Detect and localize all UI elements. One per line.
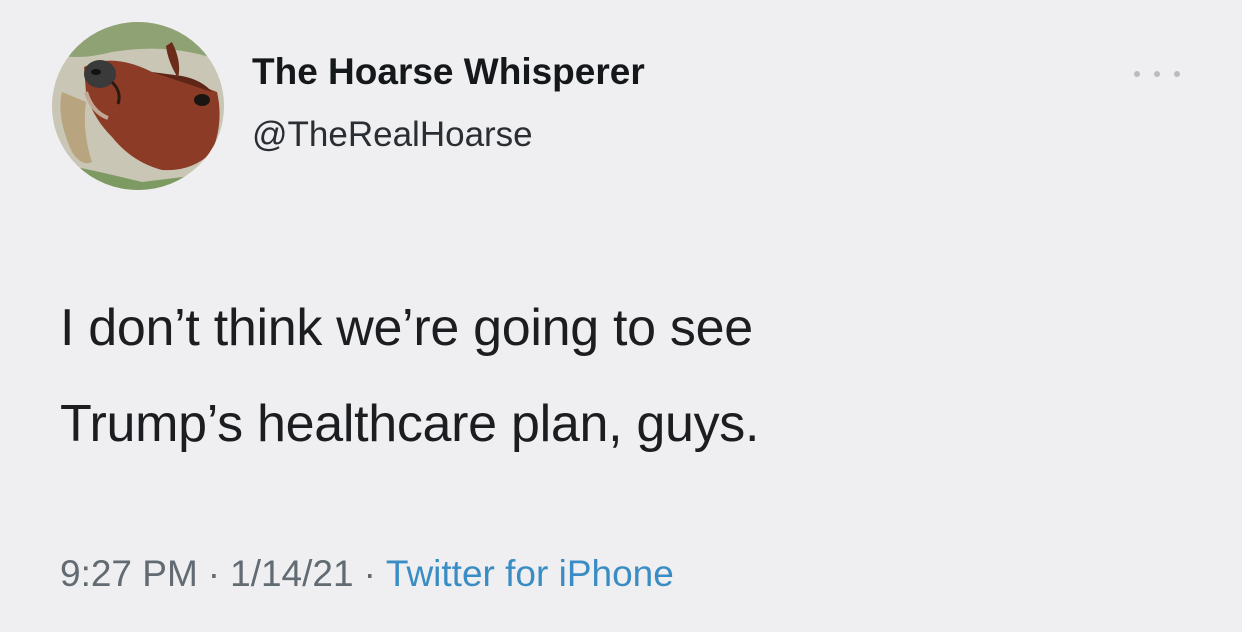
tweet-metadata: 9:27 PM · 1/14/21 · Twitter for iPhone: [60, 553, 674, 595]
tweet-time[interactable]: 9:27 PM: [60, 553, 198, 594]
horse-avatar-icon: [52, 22, 224, 190]
author-display-name[interactable]: The Hoarse Whisperer: [252, 51, 645, 93]
tweet-date[interactable]: 1/14/21: [230, 553, 353, 594]
tweet-text-line: I don’t think we’re going to see: [60, 299, 753, 357]
more-dot: [1154, 71, 1160, 77]
tweet-source-link[interactable]: Twitter for iPhone: [386, 553, 674, 594]
author-handle[interactable]: @TheRealHoarse: [252, 115, 533, 155]
more-dot: [1174, 71, 1180, 77]
tweet-card: The Hoarse Whisperer @TheRealHoarse I do…: [0, 0, 1242, 632]
meta-separator: ·: [363, 553, 376, 594]
tweet-text: I don’t think we’re going to see Trump’s…: [60, 280, 1160, 472]
more-dot: [1134, 71, 1140, 77]
meta-separator: ·: [207, 553, 221, 594]
more-options-icon[interactable]: [1134, 64, 1180, 84]
avatar[interactable]: [52, 22, 224, 190]
tweet-text-line: Trump’s healthcare plan, guys.: [60, 395, 760, 453]
